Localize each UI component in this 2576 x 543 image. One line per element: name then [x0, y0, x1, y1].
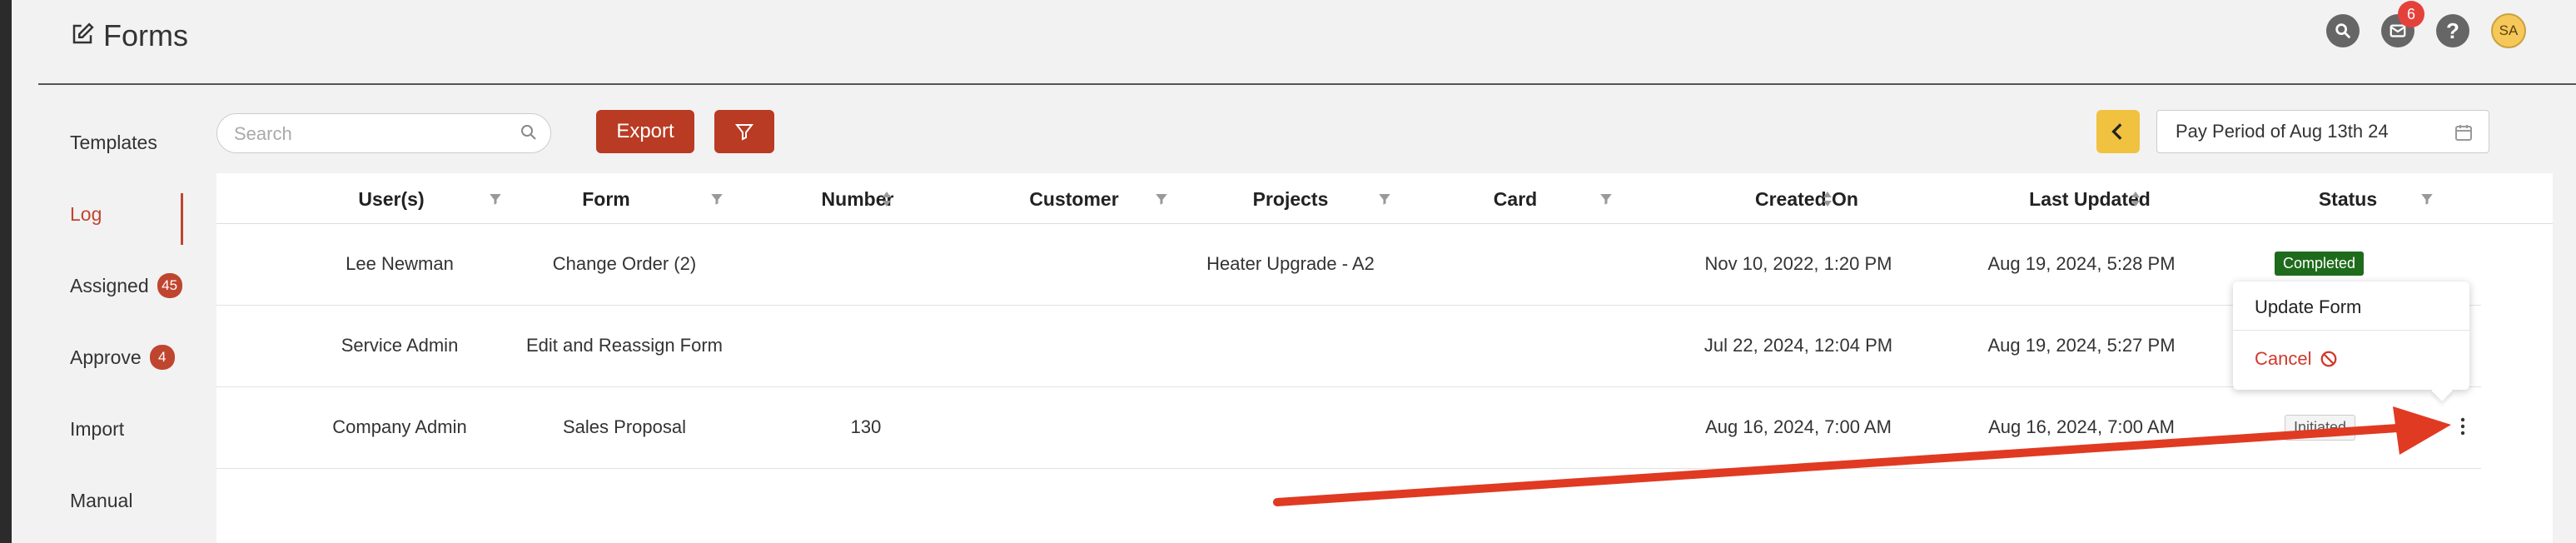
help-button[interactable]: ? — [2436, 14, 2469, 47]
status-badge: Initiated — [2285, 415, 2356, 441]
page-header: Forms 6 ? SA — [38, 0, 2576, 85]
filter-icon[interactable] — [1599, 192, 1614, 207]
table-header: User(s) Form Number Customer Projects Ca… — [216, 173, 2553, 224]
cell-last-updated: Aug 19, 2024, 5:28 PM — [1987, 253, 2176, 274]
chevron-left-icon — [2111, 123, 2122, 140]
table-row[interactable]: Lee Newman Change Order (2) Heater Upgra… — [216, 225, 2481, 306]
column-header-users[interactable]: User(s) — [316, 188, 466, 211]
assigned-count-badge: 45 — [157, 273, 182, 298]
filter-icon[interactable] — [488, 192, 503, 207]
ban-icon — [2321, 351, 2337, 367]
search-box — [216, 113, 551, 153]
sort-icon[interactable] — [2130, 190, 2141, 208]
sidebar-item-import[interactable]: Import — [70, 393, 186, 465]
cell-form: Edit and Reassign Form — [526, 335, 723, 356]
cell-user: Company Admin — [332, 416, 467, 437]
column-header-form[interactable]: Form — [548, 188, 664, 211]
filter-button[interactable] — [714, 110, 774, 153]
page-title-group: Forms — [70, 18, 188, 53]
column-header-status[interactable]: Status — [2265, 188, 2431, 211]
page-title: Forms — [103, 18, 188, 52]
table-row[interactable]: Company Admin Sales Proposal 130 Aug 16,… — [216, 388, 2481, 469]
column-header-card[interactable]: Card — [1432, 188, 1599, 211]
sidebar-item-label: Approve — [70, 346, 142, 368]
sidebar-item-label: Assigned — [70, 274, 149, 296]
menu-item-cancel[interactable]: Cancel — [2255, 348, 2338, 370]
cell-user: Lee Newman — [346, 253, 454, 274]
search-button[interactable] — [2326, 14, 2360, 47]
sidebar-nav: Templates Log Assigned 45 Approve 4 Impo… — [70, 107, 186, 536]
cell-form: Sales Proposal — [563, 416, 686, 437]
pay-period-picker[interactable]: Pay Period of Aug 13th 24 — [2156, 110, 2489, 153]
sidebar-item-templates[interactable]: Templates — [70, 107, 186, 178]
filter-icon[interactable] — [1154, 192, 1169, 207]
cell-form: Change Order (2) — [552, 253, 697, 274]
filter-icon[interactable] — [2419, 192, 2434, 207]
cell-last-updated: Aug 16, 2024, 7:00 AM — [1988, 416, 2175, 437]
menu-item-label: Cancel — [2255, 348, 2312, 369]
approve-count-badge: 4 — [149, 345, 175, 370]
sort-icon[interactable] — [881, 190, 893, 208]
previous-period-button[interactable] — [2096, 110, 2140, 153]
left-window-edge — [0, 0, 12, 543]
sidebar-item-label: Templates — [70, 131, 157, 153]
help-icon: ? — [2446, 17, 2459, 43]
search-icon — [521, 125, 536, 140]
column-header-projects[interactable]: Projects — [1207, 188, 1374, 211]
cell-project: Heater Upgrade - A2 — [1206, 253, 1375, 274]
filter-icon — [734, 124, 754, 141]
forms-log-table: User(s) Form Number Customer Projects Ca… — [216, 173, 2553, 543]
menu-divider — [2233, 330, 2469, 331]
calendar-icon — [2455, 125, 2472, 141]
user-avatar[interactable]: SA — [2491, 13, 2526, 48]
row-actions-menu: Update Form Cancel — [2233, 281, 2469, 390]
status-badge: Completed — [2275, 252, 2365, 276]
cell-last-updated: Aug 19, 2024, 5:27 PM — [1987, 335, 2176, 356]
filter-icon[interactable] — [1377, 192, 1392, 207]
edit-form-icon — [70, 22, 95, 51]
sidebar-item-label: Log — [70, 202, 102, 225]
cell-user: Service Admin — [341, 335, 459, 356]
notification-badge: 6 — [2398, 1, 2424, 27]
column-header-last-updated[interactable]: Last Updated — [1965, 188, 2215, 211]
header-actions: 6 ? SA — [2326, 1, 2526, 48]
cell-created-on: Aug 16, 2024, 7:00 AM — [1705, 416, 1892, 437]
messages-button[interactable]: 6 — [2381, 1, 2424, 47]
column-header-number[interactable]: Number — [791, 188, 924, 211]
column-header-customer[interactable]: Customer — [991, 188, 1157, 211]
filter-icon[interactable] — [709, 192, 724, 207]
search-input[interactable] — [232, 122, 502, 146]
sort-icon[interactable] — [1822, 190, 1833, 208]
toolbar: Export Pay Period of Aug 13th 24 — [216, 110, 2526, 157]
sidebar-item-assigned[interactable]: Assigned 45 — [70, 250, 186, 321]
sidebar-item-log[interactable]: Log — [70, 178, 186, 250]
row-actions-button[interactable] — [2454, 411, 2471, 441]
sidebar-item-approve[interactable]: Approve 4 — [70, 321, 186, 393]
cell-created-on: Jul 22, 2024, 12:04 PM — [1703, 335, 1893, 356]
export-button[interactable]: Export — [596, 110, 694, 153]
table-row[interactable]: Service Admin Edit and Reassign Form Jul… — [216, 306, 2481, 387]
cell-number: 130 — [850, 416, 882, 437]
column-header-created-on[interactable]: Created On — [1682, 188, 1932, 211]
pay-period-value: Pay Period of Aug 13th 24 — [2176, 121, 2389, 142]
sidebar-item-label: Manual — [70, 489, 133, 511]
sidebar-item-label: Import — [70, 417, 125, 440]
sidebar-item-manual[interactable]: Manual — [70, 465, 186, 536]
more-vertical-icon — [2460, 417, 2465, 436]
cell-created-on: Nov 10, 2022, 1:20 PM — [1704, 253, 1892, 274]
search-icon — [2335, 23, 2351, 39]
menu-item-update-form[interactable]: Update Form — [2255, 296, 2361, 318]
